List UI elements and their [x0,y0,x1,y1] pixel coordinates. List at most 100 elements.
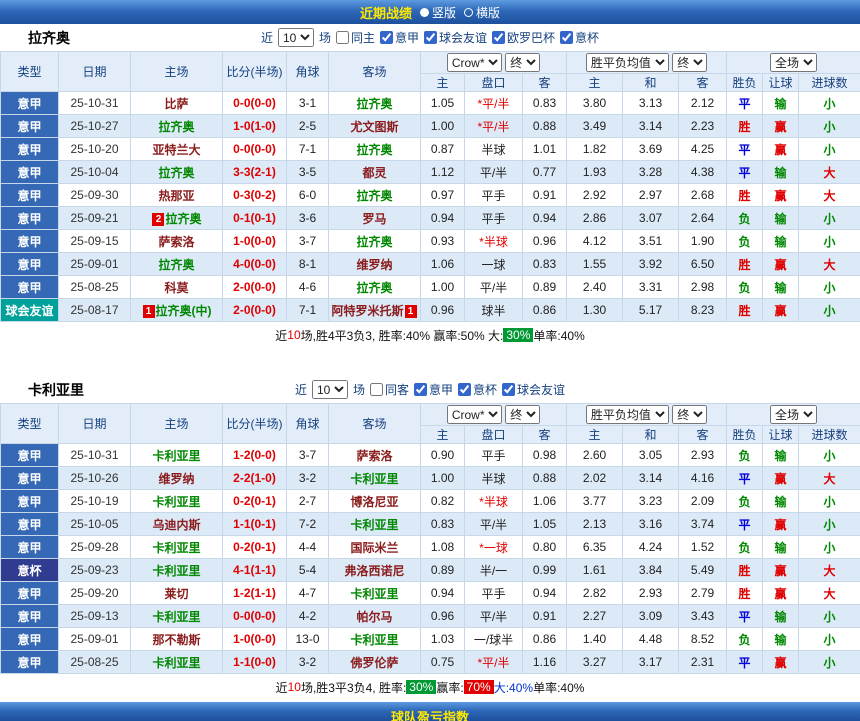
checkbox-icon[interactable] [424,31,437,44]
away-team-link[interactable]: 拉齐奥 [329,138,421,161]
away-team-link[interactable]: 萨索洛 [329,444,421,467]
checkbox-icon[interactable] [336,31,349,44]
avg-home-odds: 2.13 [567,513,623,536]
result-goals: 小 [799,138,860,161]
home-odds: 1.05 [421,92,465,115]
away-team-link[interactable]: 拉齐奥 [329,230,421,253]
near-count-select[interactable]: 10 [278,28,314,47]
away-team-link[interactable]: 帕尔马 [329,605,421,628]
home-team-link[interactable]: 萨索洛 [131,230,223,253]
odds-final-select[interactable]: 终 [505,53,540,72]
away-team-link[interactable]: 卡利亚里 [329,582,421,605]
match-row: 意甲25-09-30热那亚0-3(0-2)6-0拉齐奥0.97平手0.912.9… [1,184,860,207]
result-handicap: 赢 [763,115,799,138]
corners: 3-7 [287,230,329,253]
avg-final-select[interactable]: 终 [672,53,707,72]
filter-checkbox[interactable]: 意杯 [458,381,497,398]
checkbox-icon[interactable] [560,31,573,44]
away-team-link[interactable]: 拉齐奥 [329,276,421,299]
match-date: 25-09-30 [59,184,131,207]
radio-vertical-layout[interactable]: 竖版 [420,4,456,21]
away-team-link[interactable]: 卡利亚里 [329,628,421,651]
away-team-link[interactable]: 都灵 [329,161,421,184]
odds-company-select[interactable]: Crow* [447,405,502,424]
away-team-link[interactable]: 尤文图斯 [329,115,421,138]
home-team-link[interactable]: 亚特兰大 [131,138,223,161]
handicap-line: *一球 [465,536,523,559]
team-name: 乌迪内斯 [152,518,200,532]
home-team-link[interactable]: 卡利亚里 [131,536,223,559]
team2-name-heading: 卡利亚里 [28,380,84,400]
summary-segment: 近 [275,327,287,344]
away-team-link[interactable]: 维罗纳 [329,253,421,276]
away-team-link[interactable]: 罗马 [329,207,421,230]
competition-type: 意甲 [1,276,59,299]
away-team-link[interactable]: 博洛尼亚 [329,490,421,513]
home-odds: 1.00 [421,467,465,490]
away-team-link[interactable]: 拉齐奥 [329,92,421,115]
result-goals: 大 [799,582,860,605]
filter-checkbox[interactable]: 意杯 [560,29,599,46]
home-team-link[interactable]: 那不勒斯 [131,628,223,651]
home-team-link[interactable]: 科莫 [131,276,223,299]
away-team-link[interactable]: 卡利亚里 [329,513,421,536]
home-team-link[interactable]: 比萨 [131,92,223,115]
corners: 2-5 [287,115,329,138]
home-team-link[interactable]: 卡利亚里 [131,559,223,582]
home-team-link[interactable]: 卡利亚里 [131,605,223,628]
odds-final-select[interactable]: 终 [505,405,540,424]
avg-select[interactable]: 胜平负均值 [586,405,669,424]
home-team-link[interactable]: 维罗纳 [131,467,223,490]
home-team-link[interactable]: 2拉齐奥 [131,207,223,230]
match-row: 意甲25-10-20亚特兰大0-0(0-0)7-1拉齐奥0.87半球1.011.… [1,138,860,161]
odds-company-select[interactable]: Crow* [447,53,502,72]
filter-checkbox[interactable]: 意甲 [414,381,453,398]
away-team-link[interactable]: 阿特罗米托斯1 [329,299,421,322]
home-team-link[interactable]: 莱切 [131,582,223,605]
checkbox-icon[interactable] [380,31,393,44]
away-team-link[interactable]: 弗洛西诺尼 [329,559,421,582]
filter-checkbox[interactable]: 同客 [370,381,409,398]
home-team-link[interactable]: 热那亚 [131,184,223,207]
avg-final-select[interactable]: 终 [672,405,707,424]
away-team-link[interactable]: 卡利亚里 [329,467,421,490]
score-halftime: 0-1(0-1) [223,207,287,230]
avg-select[interactable]: 胜平负均值 [586,53,669,72]
checkbox-icon[interactable] [458,383,471,396]
filter-checkbox[interactable]: 球会友谊 [424,29,487,46]
near-count-select[interactable]: 10 [312,380,348,399]
home-team-link[interactable]: 1拉齐奥(中) [131,299,223,322]
away-team-link[interactable]: 佛罗伦萨 [329,651,421,674]
checkbox-icon[interactable] [502,383,515,396]
scope-select[interactable]: 全场 [770,53,817,72]
filter-checkbox[interactable]: 欧罗巴杯 [492,29,555,46]
home-odds: 1.00 [421,276,465,299]
home-team-link[interactable]: 卡利亚里 [131,651,223,674]
result-goals: 大 [799,184,860,207]
home-team-link[interactable]: 拉齐奥 [131,115,223,138]
away-odds: 0.86 [523,299,567,322]
filter-checkbox[interactable]: 球会友谊 [502,381,565,398]
scope-select[interactable]: 全场 [770,405,817,424]
filter-checkbox[interactable]: 意甲 [380,29,419,46]
away-team-link[interactable]: 拉齐奥 [329,184,421,207]
away-team-link[interactable]: 国际米兰 [329,536,421,559]
match-row: 意甲25-10-31卡利亚里1-2(0-0)3-7萨索洛0.90平手0.982.… [1,444,860,467]
home-team-link[interactable]: 乌迪内斯 [131,513,223,536]
team-name: 佛罗伦萨 [350,656,398,670]
home-team-link[interactable]: 拉齐奥 [131,161,223,184]
match-row: 意杯25-09-23卡利亚里4-1(1-1)5-4弗洛西诺尼0.89半/一0.9… [1,559,860,582]
checkbox-icon[interactable] [414,383,427,396]
avg-draw-odds: 3.69 [623,138,679,161]
avg-away-odds: 2.23 [679,115,727,138]
filter-checkbox[interactable]: 同主 [336,29,375,46]
team-section-2: 卡利亚里 近 10 场 同客意甲意杯球会友谊 类型 日期 主场 比分(半场) 角… [0,376,860,700]
home-team-link[interactable]: 卡利亚里 [131,490,223,513]
checkbox-icon[interactable] [492,31,505,44]
match-row: 意甲25-10-04拉齐奥3-3(2-1)3-5都灵1.12平/半0.771.9… [1,161,860,184]
radio-horizontal-layout[interactable]: 横版 [464,4,500,21]
home-team-link[interactable]: 拉齐奥 [131,253,223,276]
checkbox-icon[interactable] [370,383,383,396]
home-team-link[interactable]: 卡利亚里 [131,444,223,467]
score-halftime: 0-2(0-1) [223,536,287,559]
